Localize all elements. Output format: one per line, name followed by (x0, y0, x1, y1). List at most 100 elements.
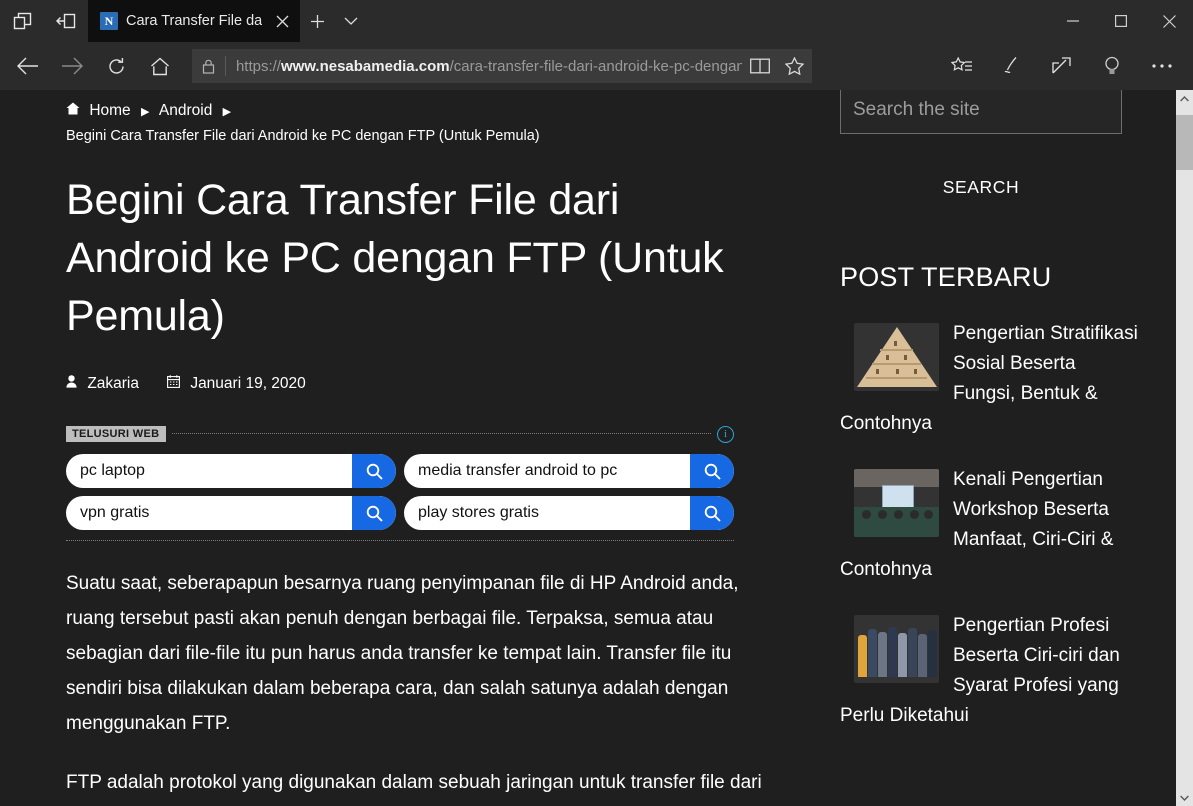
feedback-bulb-icon[interactable] (1087, 46, 1137, 86)
search-input[interactable] (840, 90, 1122, 134)
search-icon[interactable] (690, 454, 734, 488)
list-item[interactable]: Pengertian Stratifikasi Sosial Beserta F… (840, 319, 1140, 439)
search-button[interactable]: SEARCH (840, 176, 1122, 199)
site-search: SEARCH (840, 90, 1140, 199)
breadcrumb-home[interactable]: Home (89, 102, 130, 119)
chevron-down-icon[interactable] (334, 0, 368, 42)
ad-block: TELUSURI WEB i pc laptop media transfer (66, 425, 734, 542)
sidebar: SEARCH POST TERBARU (840, 90, 1140, 731)
person-shape (888, 627, 897, 677)
breadcrumb-current: Begini Cara Transfer File dari Android k… (66, 128, 540, 144)
ad-suggestion-item[interactable]: pc laptop (66, 454, 396, 488)
audience-head (862, 510, 871, 519)
favorite-star-icon[interactable] (777, 49, 812, 83)
browser-titlebar: N Cara Transfer File dari A (0, 0, 1193, 42)
breadcrumb-category[interactable]: Android (159, 102, 212, 119)
home-button-icon[interactable] (138, 46, 182, 86)
article-column: Home ▶ Android ▶ Begini Cara Transfer Fi… (66, 90, 766, 806)
url-scheme: https:// (235, 57, 281, 75)
reload-button-icon[interactable] (94, 46, 138, 86)
user-icon (66, 375, 81, 392)
calendar-icon (167, 375, 184, 392)
recent-posts-heading: POST TERBARU (840, 262, 1052, 292)
pyramid-line (872, 363, 921, 365)
person-shape (928, 630, 937, 677)
pyramid-figure (894, 341, 897, 346)
people-group-thumbnail (854, 615, 939, 683)
ad-suggestion-text: media transfer android to pc (418, 462, 618, 479)
search-icon[interactable] (352, 496, 396, 530)
browser-tab[interactable]: N Cara Transfer File dari A (88, 0, 300, 42)
article-paragraph: FTP adalah protokol yang digunakan dalam… (66, 772, 762, 793)
url-domain: www.nesabamedia.com (280, 57, 450, 75)
author-meta: Zakaria (66, 375, 139, 393)
pyramid-figure (896, 369, 899, 374)
person-shape (858, 635, 867, 677)
list-item[interactable]: Kenali Pengertian Workshop Beserta Manfa… (840, 465, 1140, 585)
audience-head (878, 510, 887, 519)
lock-icon (192, 59, 225, 74)
ad-suggestion-text: pc laptop (80, 462, 145, 479)
article-meta: Zakaria Januari 19, 2020 (66, 375, 766, 393)
favorites-list-icon[interactable] (937, 46, 987, 86)
scroll-down-arrow-icon[interactable] (1176, 789, 1193, 806)
more-options-icon[interactable] (1137, 46, 1187, 86)
home-icon (66, 100, 80, 122)
article-paragraph: Suatu saat, seberapapun besarnya ruang p… (66, 573, 739, 734)
back-button-icon[interactable] (6, 46, 50, 86)
breadcrumb-separator-icon: ▶ (140, 106, 150, 118)
forward-button-icon[interactable] (50, 46, 94, 86)
ad-header: TELUSURI WEB i (66, 425, 734, 443)
pyramid-figure (904, 355, 907, 360)
navbar-right-actions (937, 46, 1187, 86)
ad-suggestion-item[interactable]: play stores gratis (404, 496, 734, 530)
minimize-button[interactable] (1049, 0, 1097, 42)
tab-preview-icon[interactable] (0, 0, 44, 42)
scrollbar-thumb[interactable] (1176, 115, 1193, 170)
ad-footer-divider (66, 540, 734, 542)
pyramid-figure (914, 369, 917, 374)
close-window-button[interactable] (1145, 0, 1193, 42)
vertical-scrollbar[interactable] (1176, 90, 1193, 806)
ad-suggestion-text: vpn gratis (80, 504, 150, 521)
seminar-room-thumbnail (854, 469, 939, 537)
pyramid-thumbnail (854, 323, 939, 391)
tab-title: Cara Transfer File dari A (126, 13, 262, 29)
breadcrumb: Home ▶ Android ▶ Begini Cara Transfer Fi… (66, 90, 766, 147)
web-notes-pen-icon[interactable] (987, 46, 1037, 86)
ad-suggestion-item[interactable]: vpn gratis (66, 496, 396, 530)
new-tab-button[interactable] (300, 0, 334, 42)
share-icon[interactable] (1037, 46, 1087, 86)
address-bar[interactable]: https://www.nesabamedia.com/cara-transfe… (192, 49, 812, 83)
publish-date: Januari 19, 2020 (190, 375, 306, 392)
browser-navbar: https://www.nesabamedia.com/cara-transfe… (0, 42, 1193, 90)
list-item[interactable]: Pengertian Profesi Beserta Ciri-ciri dan… (840, 611, 1140, 731)
reading-view-icon[interactable] (742, 49, 777, 83)
search-icon[interactable] (690, 496, 734, 530)
browser-window: N Cara Transfer File dari A (0, 0, 1193, 806)
date-meta: Januari 19, 2020 (167, 375, 306, 393)
webpage-content: Home ▶ Android ▶ Begini Cara Transfer Fi… (0, 90, 1176, 806)
page-title: Begini Cara Transfer File dari Android k… (66, 176, 724, 340)
person-shape (898, 633, 907, 677)
audience-head (924, 510, 933, 519)
person-shape (878, 632, 887, 677)
window-controls (1049, 0, 1193, 42)
scroll-up-arrow-icon[interactable] (1176, 90, 1193, 107)
person-shape (868, 629, 877, 677)
person-shape (918, 634, 927, 677)
close-tab-icon[interactable] (270, 9, 294, 33)
page-viewport: Home ▶ Android ▶ Begini Cara Transfer Fi… (0, 90, 1193, 806)
audience-head (894, 510, 903, 519)
projector-screen-shape (882, 485, 914, 509)
pyramid-figure (886, 355, 889, 360)
pyramid-figure (876, 369, 879, 374)
author-name: Zakaria (87, 375, 139, 392)
set-tabs-aside-icon[interactable] (44, 0, 88, 42)
tab-favicon: N (100, 12, 118, 30)
ad-info-icon[interactable]: i (717, 425, 734, 443)
search-icon[interactable] (352, 454, 396, 488)
ad-suggestion-item[interactable]: media transfer android to pc (404, 454, 734, 488)
maximize-button[interactable] (1097, 0, 1145, 42)
pyramid-line (880, 349, 913, 351)
